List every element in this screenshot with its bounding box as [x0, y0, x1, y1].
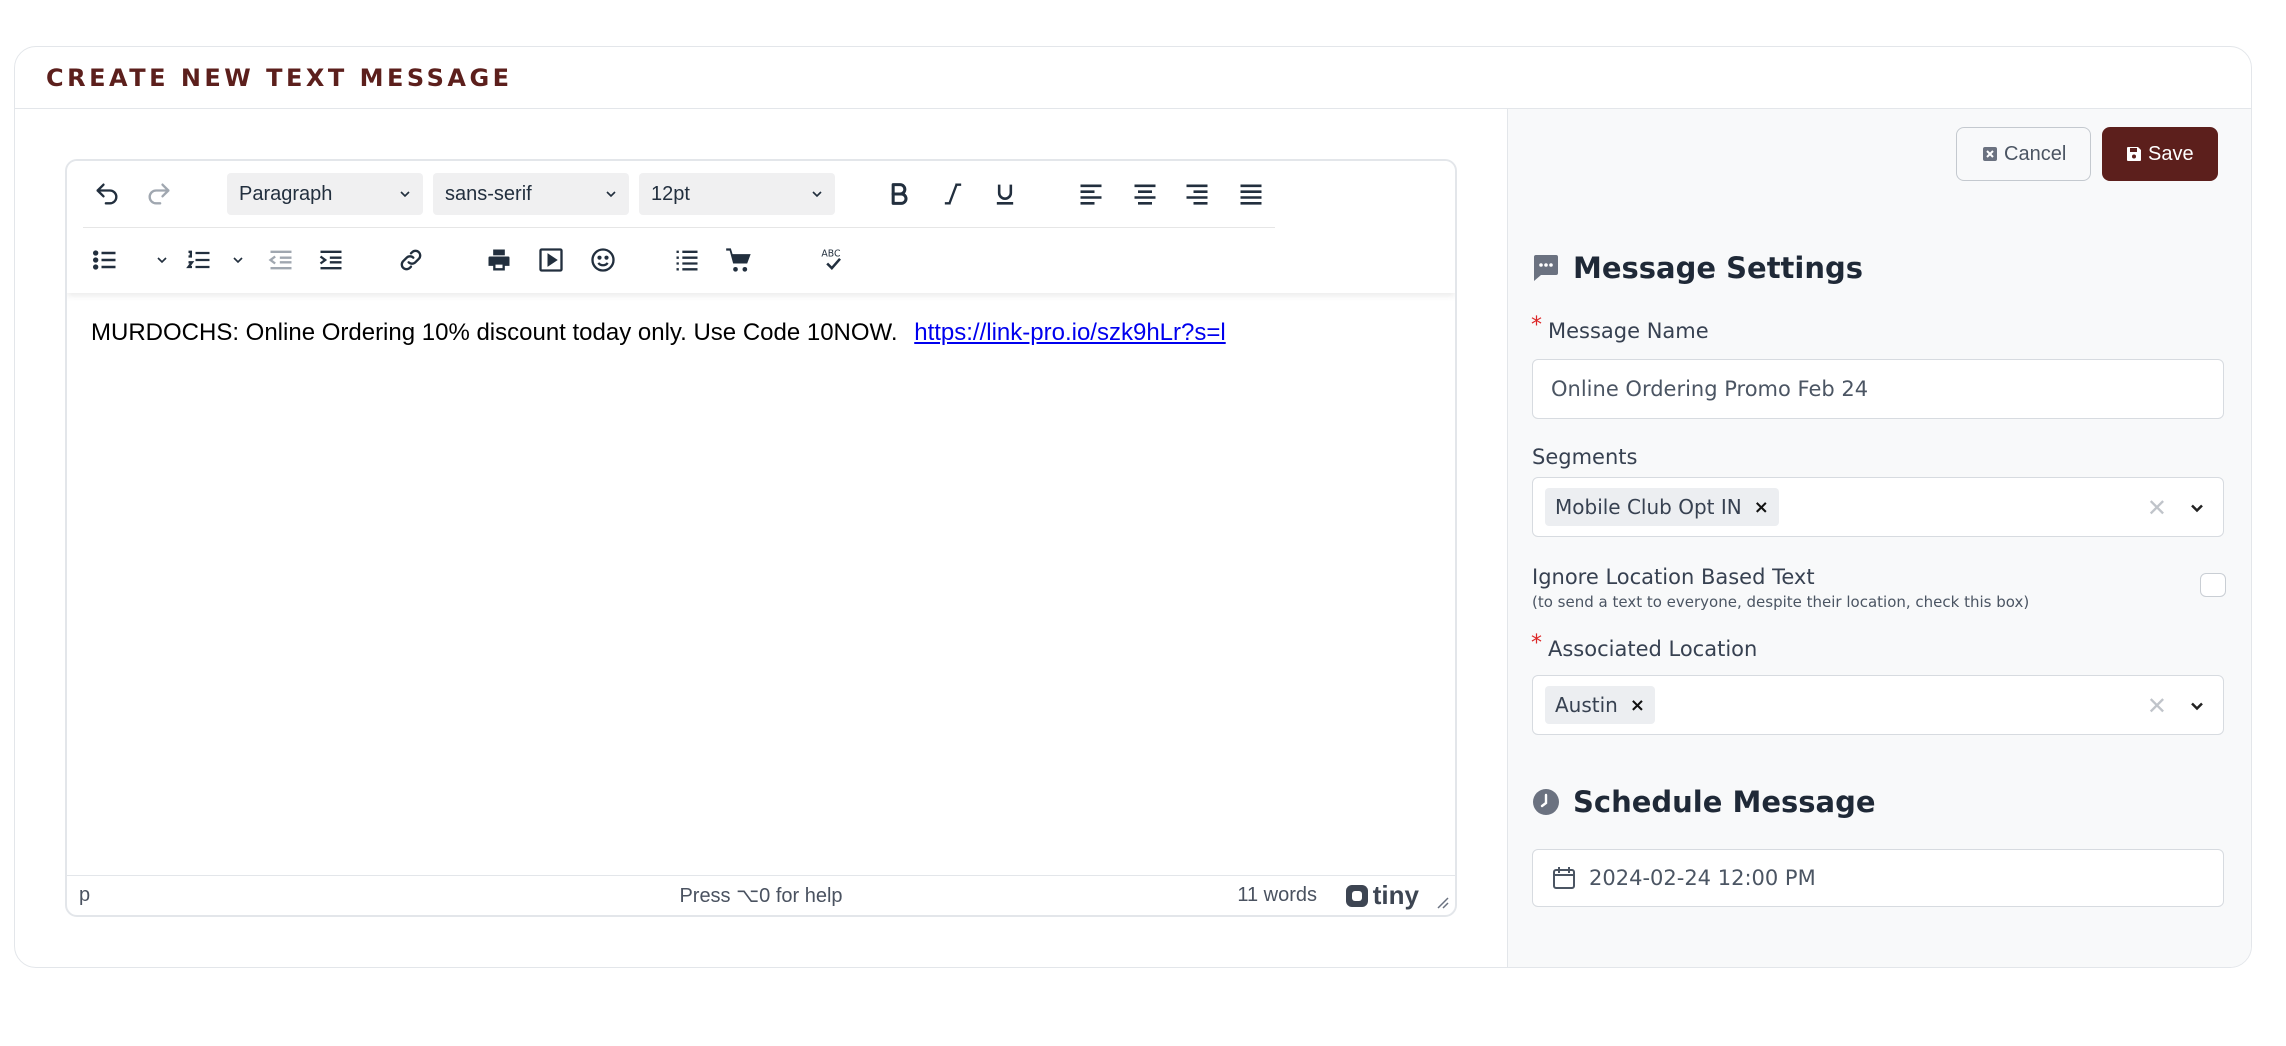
chevron-down-icon[interactable] [229, 240, 247, 280]
tiny-logo-icon [1345, 884, 1368, 907]
ignore-location-checkbox[interactable] [2200, 573, 2226, 597]
block-format-value: Paragraph [239, 182, 333, 205]
clear-segments-icon[interactable]: ✕ [2147, 494, 2167, 522]
floppy-disk-icon [2126, 146, 2142, 162]
link-icon[interactable] [391, 240, 431, 280]
ignore-location-hint: (to send a text to everyone, despite the… [1532, 593, 2030, 611]
message-text: MURDOCHS: Online Ordering 10% discount t… [91, 319, 898, 346]
element-path[interactable]: p [79, 884, 90, 907]
toolbar-row-2: ABC [83, 227, 1275, 293]
remove-segment-icon[interactable]: × [1754, 497, 1769, 518]
justify-icon[interactable] [1231, 174, 1271, 214]
align-right-icon[interactable] [1177, 174, 1217, 214]
redo-icon[interactable] [139, 174, 179, 214]
outdent-icon[interactable] [261, 240, 301, 280]
segment-tag: Mobile Club Opt IN × [1545, 488, 1779, 526]
bold-icon[interactable] [879, 174, 919, 214]
italic-icon[interactable] [933, 174, 973, 214]
spellcheck-icon[interactable]: ABC [813, 240, 853, 280]
resize-handle-icon[interactable] [1435, 895, 1449, 909]
brand-text: tiny [1372, 880, 1419, 910]
clear-location-icon[interactable]: ✕ [2147, 692, 2167, 720]
word-count[interactable]: 11 words [1237, 884, 1317, 907]
editor-statusbar: p Press ⌥0 for help 11 words tiny [67, 875, 1455, 915]
toc-icon[interactable] [667, 240, 707, 280]
segments-multiselect[interactable]: Mobile Club Opt IN × ✕ [1532, 477, 2224, 537]
associated-location-label-text: Associated Location [1548, 637, 1758, 661]
clock-icon [1532, 788, 1560, 816]
ignore-location-label: Ignore Location Based Text [1532, 565, 1815, 589]
editor-toolbar: Paragraph sans-serif 12pt ABC [67, 161, 1455, 293]
chevron-down-icon[interactable] [2187, 498, 2207, 518]
location-tag: Austin × [1545, 686, 1655, 724]
font-size-select[interactable]: 12pt [639, 173, 835, 215]
rich-text-editor: Paragraph sans-serif 12pt ABC MURDOCHS: … [65, 159, 1457, 917]
schedule-datetime-value: 2024-02-24 12:00 PM [1589, 866, 1816, 890]
editor-pane: Paragraph sans-serif 12pt ABC MURDOCHS: … [15, 109, 1507, 967]
card-header: CREATE NEW TEXT MESSAGE [15, 47, 2251, 109]
chevron-down-icon[interactable] [153, 240, 171, 280]
schedule-message-title: Schedule Message [1573, 785, 1876, 819]
segments-label: Segments [1532, 445, 1637, 469]
page-title: CREATE NEW TEXT MESSAGE [46, 63, 513, 92]
chevron-down-icon [606, 191, 616, 198]
svg-text:ABC: ABC [821, 249, 840, 260]
associated-location-label: * Associated Location [1531, 631, 1758, 661]
font-size-value: 12pt [651, 182, 690, 205]
required-indicator: * [1531, 631, 1542, 656]
print-icon[interactable] [479, 240, 519, 280]
block-format-select[interactable]: Paragraph [227, 173, 423, 215]
message-settings-title: Message Settings [1573, 251, 1864, 285]
required-indicator: * [1531, 313, 1542, 338]
font-family-select[interactable]: sans-serif [433, 173, 629, 215]
message-name-label-text: Message Name [1548, 319, 1709, 343]
editor-content[interactable]: MURDOCHS: Online Ordering 10% discount t… [67, 293, 1455, 875]
align-left-icon[interactable] [1071, 174, 1111, 214]
calendar-icon [1551, 865, 1577, 891]
tiny-logo[interactable]: tiny [1345, 880, 1419, 911]
undo-icon[interactable] [87, 174, 127, 214]
message-name-value: Online Ordering Promo Feb 24 [1551, 377, 1869, 401]
cancel-button[interactable]: Cancel [1956, 127, 2091, 181]
schedule-message-heading: Schedule Message [1532, 785, 1876, 819]
cancel-label: Cancel [2004, 142, 2067, 165]
message-name-input[interactable]: Online Ordering Promo Feb 24 [1532, 359, 2224, 419]
settings-pane: Cancel Save Message Settings * Message Na… [1507, 109, 2251, 967]
cart-icon[interactable] [719, 240, 759, 280]
media-icon[interactable] [531, 240, 571, 280]
underline-icon[interactable] [985, 174, 1025, 214]
message-icon [1532, 254, 1560, 282]
emoji-icon[interactable] [583, 240, 623, 280]
align-center-icon[interactable] [1125, 174, 1165, 214]
numbered-list-icon[interactable] [179, 240, 219, 280]
location-tag-label: Austin [1555, 693, 1618, 717]
segment-tag-label: Mobile Club Opt IN [1555, 495, 1742, 519]
chevron-down-icon [812, 191, 822, 198]
card-body: Paragraph sans-serif 12pt ABC MURDOCHS: … [15, 109, 2251, 967]
message-settings-heading: Message Settings [1532, 251, 1863, 285]
close-box-icon [1982, 146, 1998, 162]
toolbar-row-1: Paragraph sans-serif 12pt [67, 161, 1455, 227]
message-link[interactable]: https://link-pro.io/szk9hLr?s=l [914, 319, 1225, 346]
bullet-list-icon[interactable] [85, 240, 125, 280]
indent-icon[interactable] [311, 240, 351, 280]
segments-label-text: Segments [1532, 445, 1638, 469]
message-name-label: * Message Name [1531, 313, 1709, 343]
remove-location-icon[interactable]: × [1630, 695, 1645, 716]
save-button[interactable]: Save [2102, 127, 2218, 181]
chevron-down-icon [400, 191, 410, 198]
save-label: Save [2148, 142, 2194, 165]
location-multiselect[interactable]: Austin × ✕ [1532, 675, 2224, 735]
create-message-card: CREATE NEW TEXT MESSAGE Paragraph sans-s… [14, 46, 2252, 968]
chevron-down-icon[interactable] [2187, 696, 2207, 716]
schedule-datetime-input[interactable]: 2024-02-24 12:00 PM [1532, 849, 2224, 907]
font-family-value: sans-serif [445, 182, 532, 205]
